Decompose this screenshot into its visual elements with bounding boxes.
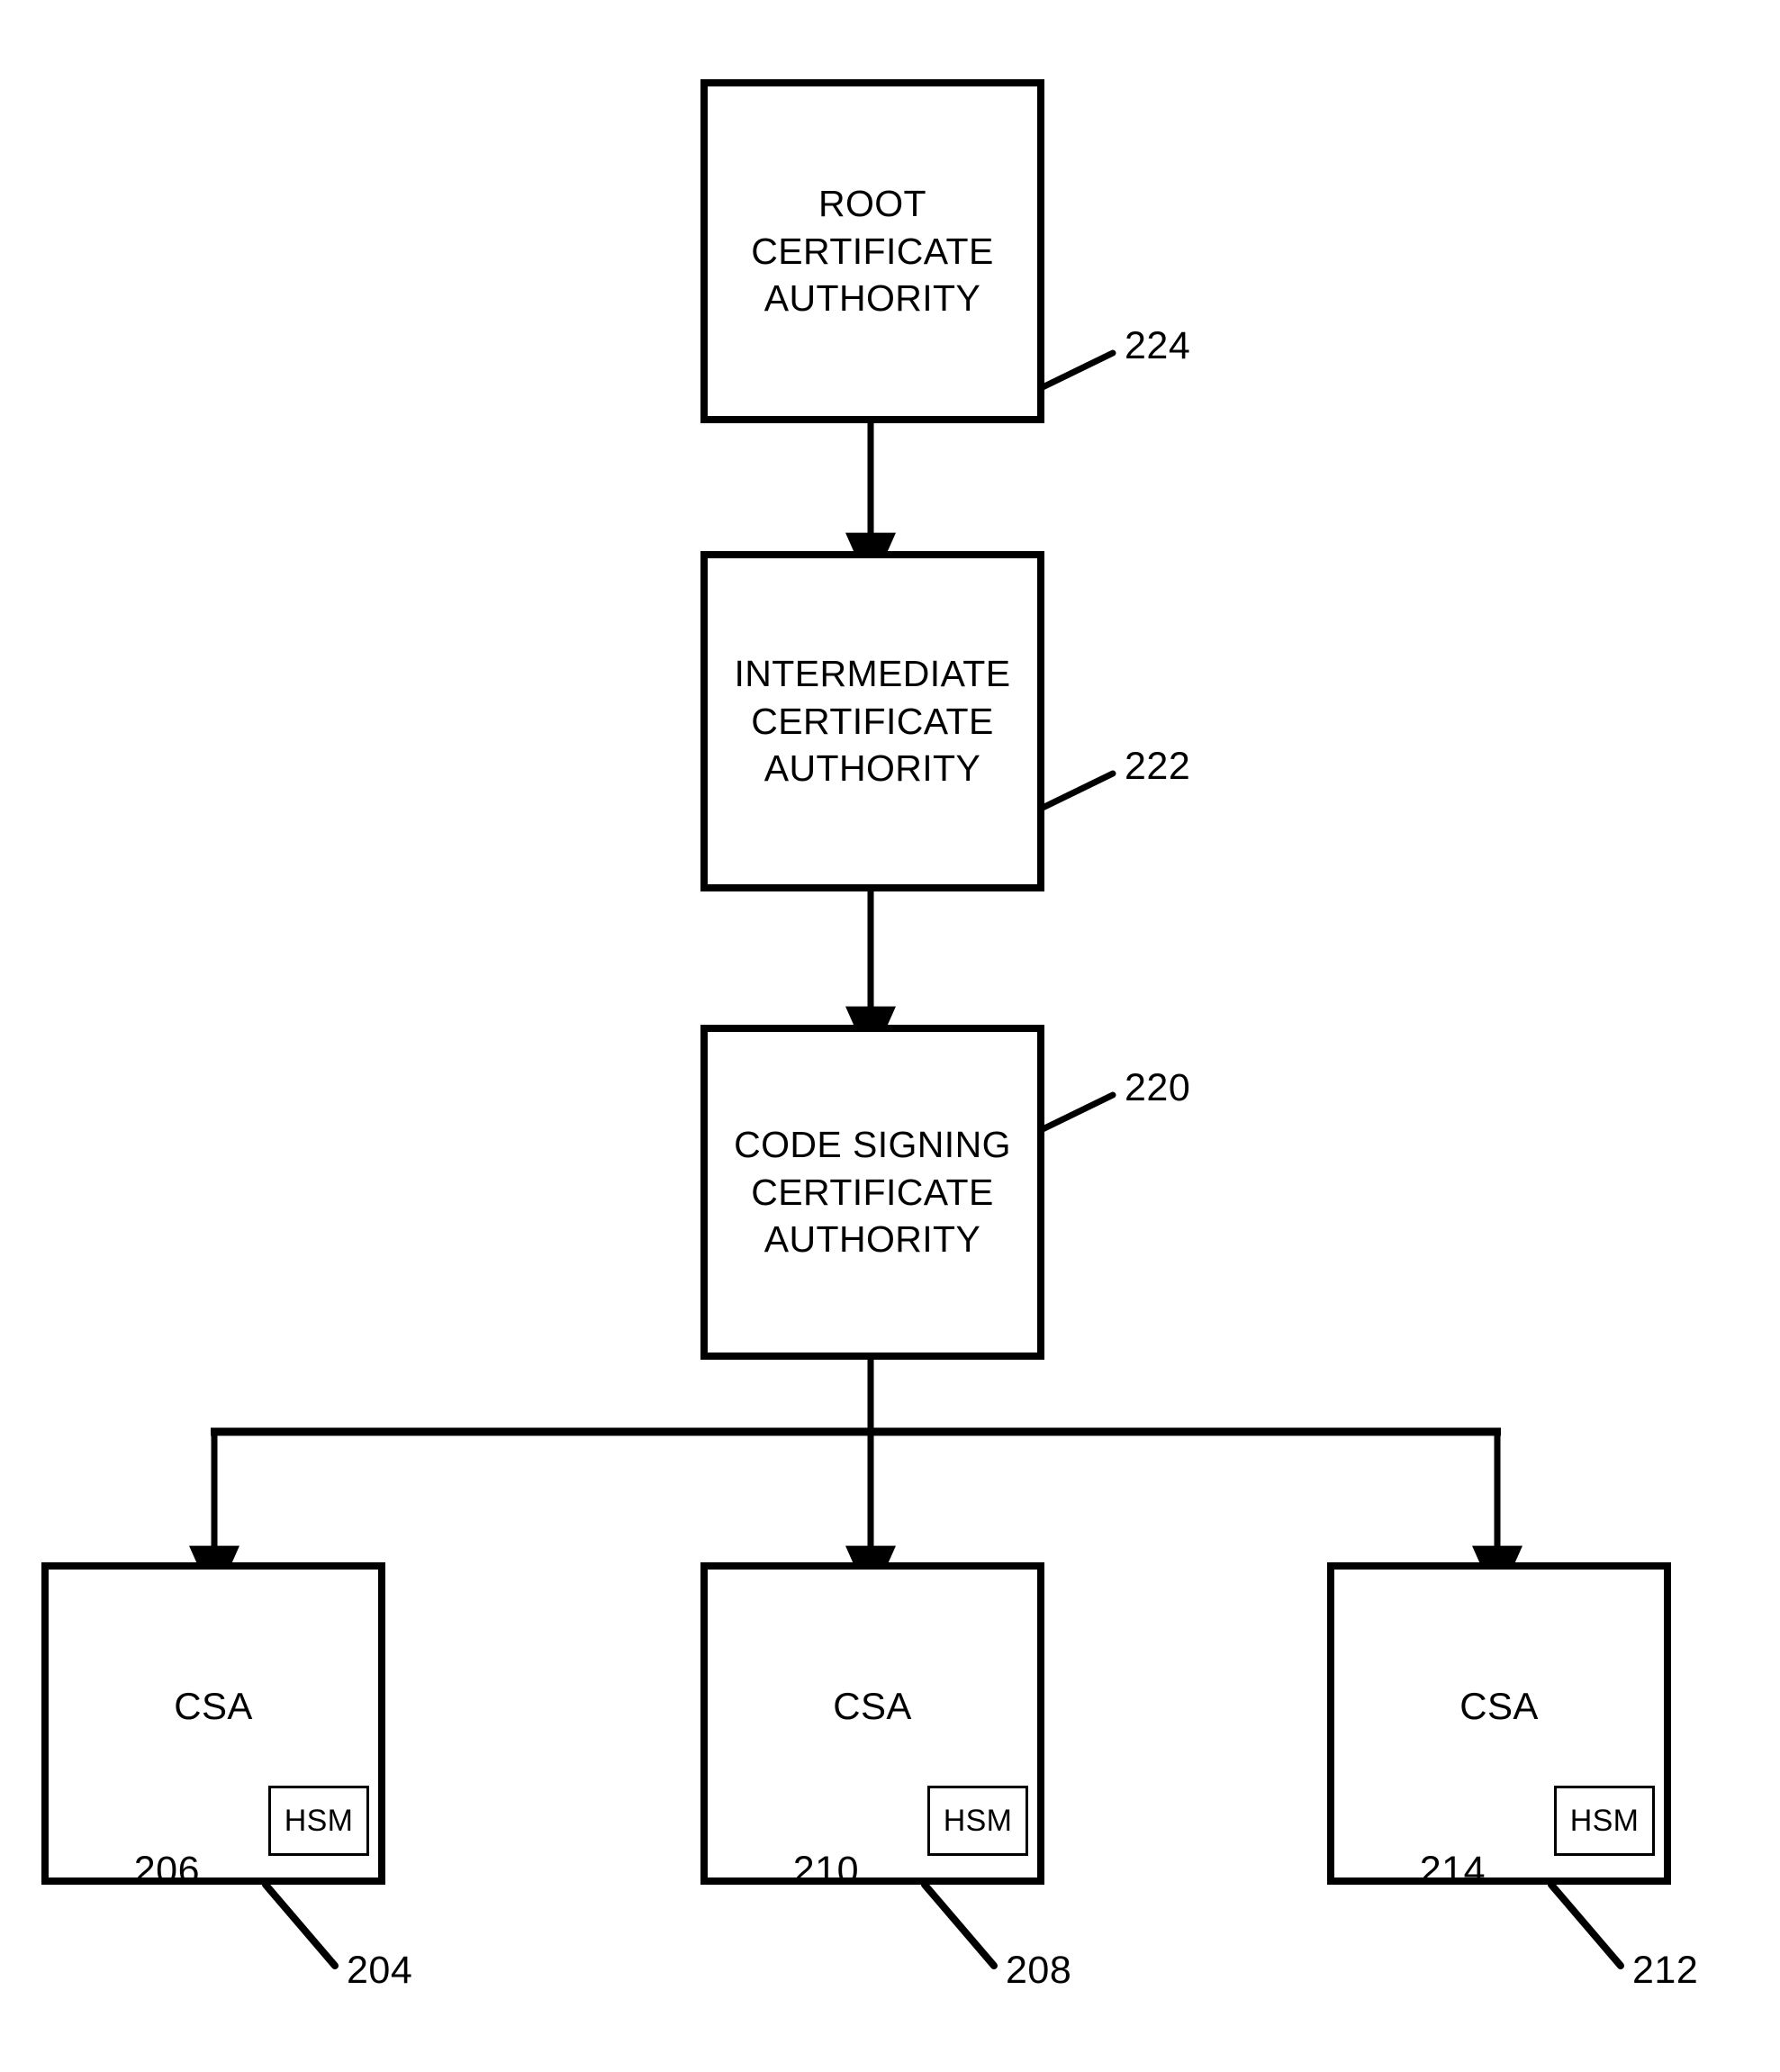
csa-right-hsm-box: HSM bbox=[1554, 1786, 1655, 1856]
csa-middle-hsm-label: HSM bbox=[943, 1803, 1013, 1838]
reference-numeral-214: 214 bbox=[1419, 1849, 1486, 1892]
reference-numeral-224: 224 bbox=[1125, 324, 1191, 367]
leader-line-220 bbox=[1039, 1091, 1116, 1133]
csa-right-box: CSA HSM bbox=[1327, 1562, 1671, 1885]
root-certificate-authority-label: ROOT CERTIFICATE AUTHORITY bbox=[751, 183, 994, 320]
intermediate-certificate-authority-label: INTERMEDIATE CERTIFICATE AUTHORITY bbox=[734, 653, 1011, 790]
csa-left-box: CSA HSM bbox=[41, 1562, 385, 1885]
root-certificate-authority-box: ROOT CERTIFICATE AUTHORITY bbox=[700, 79, 1044, 423]
leader-line-212 bbox=[1548, 1881, 1624, 1969]
reference-numeral-210: 210 bbox=[792, 1849, 859, 1892]
reference-numeral-220: 220 bbox=[1125, 1066, 1191, 1109]
csa-right-hsm-label: HSM bbox=[1569, 1803, 1640, 1838]
reference-numeral-212: 212 bbox=[1632, 1949, 1699, 1992]
reference-numeral-222: 222 bbox=[1125, 745, 1191, 788]
leader-line-222 bbox=[1039, 770, 1116, 811]
patent-figure: ROOT CERTIFICATE AUTHORITY 224 INTERMEDI… bbox=[0, 0, 1780, 2072]
intermediate-certificate-authority-box: INTERMEDIATE CERTIFICATE AUTHORITY bbox=[700, 551, 1044, 891]
csa-left-label: CSA bbox=[174, 1685, 253, 1727]
csa-middle-hsm-box: HSM bbox=[927, 1786, 1028, 1856]
csa-middle-box: CSA HSM bbox=[700, 1562, 1044, 1885]
csa-left-hsm-label: HSM bbox=[284, 1803, 354, 1838]
csa-right-label: CSA bbox=[1459, 1685, 1539, 1727]
leader-line-208 bbox=[921, 1881, 998, 1969]
leader-line-204 bbox=[262, 1881, 339, 1969]
code-signing-certificate-authority-box: CODE SIGNING CERTIFICATE AUTHORITY bbox=[700, 1025, 1044, 1360]
reference-numeral-208: 208 bbox=[1006, 1949, 1072, 1992]
leader-line-224 bbox=[1039, 349, 1116, 391]
csa-left-hsm-box: HSM bbox=[268, 1786, 369, 1856]
code-signing-certificate-authority-label: CODE SIGNING CERTIFICATE AUTHORITY bbox=[734, 1124, 1011, 1261]
csa-middle-label: CSA bbox=[833, 1685, 912, 1727]
reference-numeral-206: 206 bbox=[133, 1849, 200, 1892]
reference-numeral-204: 204 bbox=[347, 1949, 413, 1992]
